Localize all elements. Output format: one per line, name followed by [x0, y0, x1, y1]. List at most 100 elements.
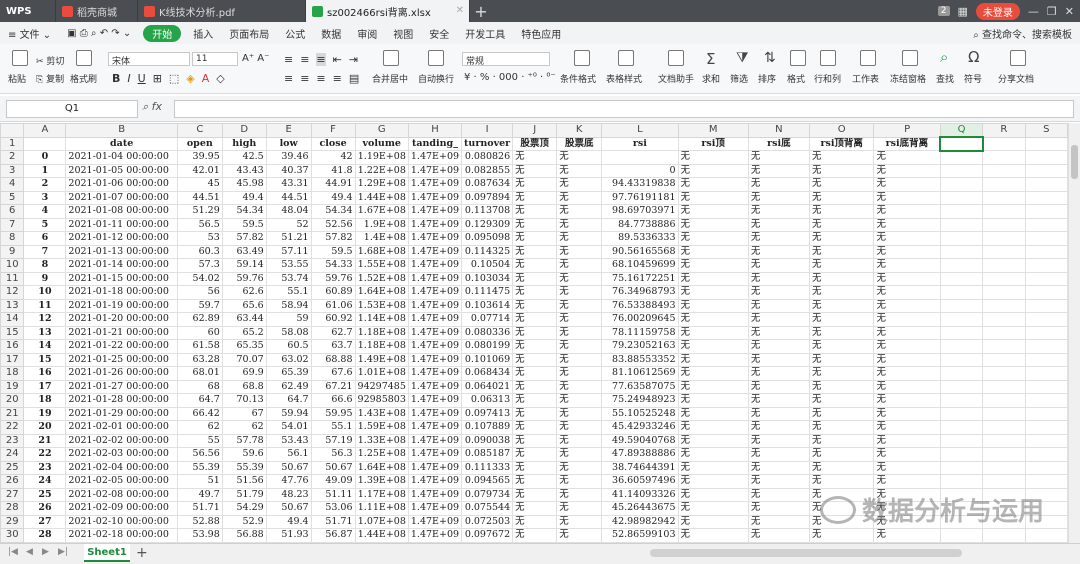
cell[interactable]: 无 [556, 271, 603, 286]
cell[interactable] [982, 474, 1026, 489]
cell[interactable]: 0.103034 [461, 271, 514, 286]
cell[interactable]: 无 [873, 474, 941, 489]
cell[interactable] [601, 150, 679, 165]
cell[interactable]: 无 [747, 271, 810, 286]
cell[interactable]: 无 [873, 190, 941, 205]
cell[interactable]: 8 [23, 258, 67, 273]
cell[interactable]: 98.69703971 [601, 204, 679, 219]
cell[interactable]: 无 [556, 501, 603, 516]
cell[interactable]: 0.10504 [461, 258, 514, 273]
cell[interactable]: rsi顶背离 [808, 136, 875, 151]
cell[interactable]: 无 [512, 258, 558, 273]
column-header[interactable]: J [512, 123, 558, 138]
cell[interactable]: 1.17E+08 [354, 487, 409, 502]
paste-icon[interactable] [12, 50, 28, 66]
format-painter-icon[interactable] [76, 50, 92, 66]
cell[interactable]: 无 [747, 433, 810, 448]
cell[interactable]: 无 [677, 379, 749, 394]
cell[interactable] [982, 312, 1026, 327]
cell[interactable]: 无 [556, 325, 603, 340]
cell[interactable]: 51.71 [310, 514, 356, 529]
cell[interactable]: 无 [677, 258, 749, 273]
tab-pdf[interactable]: K线技术分析.pdf [138, 0, 306, 22]
format-icon[interactable] [790, 50, 806, 66]
cell[interactable]: 1.52E+08 [354, 271, 409, 286]
cell[interactable]: 1.01E+08 [354, 366, 409, 381]
cell[interactable]: 57.78 [221, 433, 267, 448]
cell[interactable]: 1.47E+09 [407, 150, 463, 165]
cell[interactable]: 40.37 [265, 163, 312, 178]
cell[interactable]: 1.64E+08 [354, 285, 409, 300]
worksheet-button[interactable]: 工作表 [852, 72, 879, 85]
cell[interactable]: 无 [747, 393, 810, 408]
cell[interactable]: 无 [873, 325, 941, 340]
cell[interactable] [982, 204, 1026, 219]
cell[interactable]: 1.11E+08 [354, 501, 409, 516]
cell[interactable]: 无 [747, 177, 810, 192]
cell[interactable] [1024, 366, 1068, 381]
cell[interactable]: 无 [556, 433, 603, 448]
cell[interactable]: 63.49 [221, 244, 267, 259]
cell[interactable]: 无 [873, 258, 941, 273]
cell[interactable]: 76.53388493 [601, 298, 679, 313]
cell[interactable]: 50.67 [265, 460, 312, 475]
cell[interactable]: 2021-01-08 00:00:00 [65, 204, 178, 219]
cell[interactable]: 42.98982942 [601, 514, 679, 529]
merge-center-button[interactable]: 合并居中 [372, 72, 408, 85]
cell[interactable]: 1.9E+08 [354, 217, 409, 232]
cell[interactable] [1024, 447, 1068, 462]
cell[interactable] [1024, 244, 1068, 259]
cell[interactable]: 2021-02-01 00:00:00 [65, 420, 178, 435]
cell[interactable]: 49.4 [265, 514, 312, 529]
cell[interactable]: 1.47E+09 [407, 163, 463, 178]
cell[interactable]: 无 [556, 528, 603, 543]
cell[interactable]: 2021-01-04 00:00:00 [65, 150, 178, 165]
cell[interactable]: 2021-01-15 00:00:00 [65, 271, 178, 286]
cell[interactable]: rsi [601, 136, 679, 151]
next-sheet-icon[interactable]: ▶ [42, 547, 49, 557]
cell[interactable]: 49.09 [310, 474, 356, 489]
cell[interactable]: 2021-01-05 00:00:00 [65, 163, 178, 178]
column-header[interactable]: I [461, 123, 514, 138]
cell[interactable]: 53.43 [265, 433, 312, 448]
row-header[interactable]: 18 [0, 366, 25, 381]
row-header[interactable]: 22 [0, 420, 25, 435]
cell[interactable]: 57.3 [176, 258, 223, 273]
cell[interactable] [939, 312, 984, 327]
cell[interactable]: 无 [556, 231, 603, 246]
cell[interactable] [939, 420, 984, 435]
conditional-format-icon[interactable] [574, 50, 590, 66]
cell[interactable]: 无 [512, 177, 558, 192]
cell[interactable]: 52.88 [176, 514, 223, 529]
cell[interactable] [23, 136, 67, 151]
cell[interactable]: 无 [808, 177, 875, 192]
cell[interactable]: 79.23052163 [601, 339, 679, 354]
cell[interactable]: 14 [23, 339, 67, 354]
cell[interactable] [1024, 352, 1068, 367]
cell[interactable]: 52.86599103 [601, 528, 679, 543]
cell[interactable] [939, 393, 984, 408]
cell[interactable]: 0.072503 [461, 514, 514, 529]
row-header[interactable]: 12 [0, 285, 25, 300]
cell[interactable]: 62.7 [310, 325, 356, 340]
cell[interactable]: 62 [176, 420, 223, 435]
doc-helper-icon[interactable] [668, 50, 684, 66]
menu-page-layout[interactable]: 页面布局 [221, 26, 277, 41]
cell[interactable]: 56.3 [310, 447, 356, 462]
cell[interactable]: 53.06 [310, 501, 356, 516]
cell[interactable]: 56.87 [310, 528, 356, 543]
cell[interactable]: 17 [23, 379, 67, 394]
cell[interactable]: 92985803 [354, 393, 409, 408]
cell[interactable]: 59.5 [310, 244, 356, 259]
cell[interactable]: 1.47E+09 [407, 393, 463, 408]
cell[interactable]: 无 [808, 204, 875, 219]
cell[interactable]: 无 [808, 366, 875, 381]
cell[interactable]: 2 [23, 177, 67, 192]
cell[interactable]: 无 [808, 447, 875, 462]
cell[interactable]: 无 [512, 339, 558, 354]
cell[interactable]: 2021-02-10 00:00:00 [65, 514, 178, 529]
cell[interactable]: 0.097413 [461, 406, 514, 421]
cell[interactable]: 24 [23, 474, 67, 489]
cell[interactable]: 42 [310, 150, 356, 165]
cell[interactable]: 1.47E+09 [407, 420, 463, 435]
